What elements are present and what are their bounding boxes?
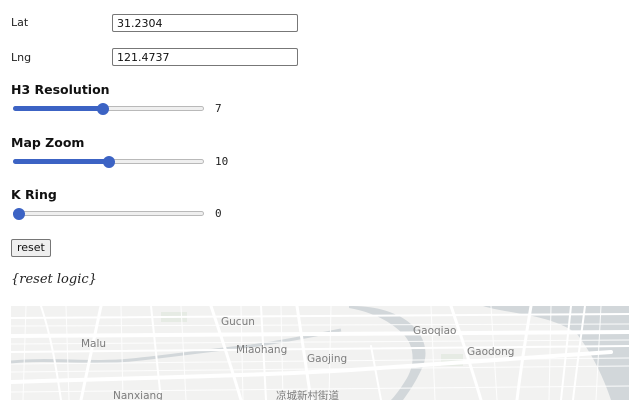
lng-label: Lng — [11, 51, 32, 64]
map-label-miaohang: Miaohang — [236, 344, 288, 356]
map-label-nanxiang: Nanxiang — [113, 390, 163, 400]
map-label-gaodong: Gaodong — [467, 346, 515, 358]
k-ring-label: K Ring — [11, 187, 57, 202]
slider-thumb[interactable] — [97, 103, 109, 115]
map-label-gaojing: Gaojing — [307, 353, 348, 365]
map-view[interactable]: Malu Gucun Miaohang Gaojing Gaoqiao Gaod… — [11, 306, 629, 400]
map-label-gaoqiao: Gaoqiao — [413, 325, 457, 337]
map-zoom-slider[interactable] — [13, 155, 204, 169]
k-ring-slider[interactable] — [13, 207, 204, 221]
k-ring-value: 0 — [215, 207, 222, 220]
slider-thumb[interactable] — [13, 208, 25, 220]
map-label-liangcheng: 凉城新村街道 — [276, 390, 339, 400]
river — [349, 306, 426, 400]
slider-thumb[interactable] — [103, 156, 115, 168]
slider-fill — [13, 159, 109, 164]
lat-input[interactable] — [112, 14, 298, 32]
map-zoom-value: 10 — [215, 155, 229, 168]
lng-input[interactable] — [112, 48, 298, 66]
lat-label: Lat — [11, 16, 29, 29]
map-label-gucun: Gucun — [221, 316, 255, 328]
reset-logic-text: {reset logic} — [11, 272, 97, 287]
map-zoom-label: Map Zoom — [11, 135, 85, 150]
reset-button[interactable]: reset — [11, 239, 51, 257]
map-label-malu: Malu — [81, 338, 107, 350]
slider-fill — [13, 106, 103, 111]
slider-track — [13, 211, 204, 216]
h3-resolution-value: 7 — [215, 102, 222, 115]
h3-resolution-label: H3 Resolution — [11, 82, 110, 97]
h3-resolution-slider[interactable] — [13, 102, 204, 116]
